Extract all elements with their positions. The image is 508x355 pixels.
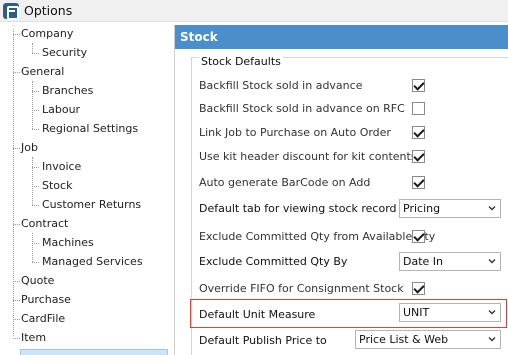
tree-connector <box>32 129 39 130</box>
chevron-down-icon <box>488 310 496 315</box>
tree-connector <box>32 81 33 129</box>
options-tree: Company Security General Branches Labour… <box>0 22 172 355</box>
tree-connector <box>32 262 39 263</box>
tree-item-cardfile[interactable]: CardFile <box>21 309 65 328</box>
link-job-checkbox[interactable] <box>412 126 425 139</box>
fifo-label: Override FIFO for Consignment Stock <box>199 282 404 295</box>
barcode-label: Auto generate BarCode on Add <box>199 176 371 189</box>
group-title: Stock Defaults <box>199 55 283 68</box>
title-bar: Options <box>0 0 508 22</box>
tree-connector <box>13 338 20 339</box>
chevron-down-icon <box>488 259 496 264</box>
tree-connector <box>32 233 33 262</box>
unit-measure-dropdown[interactable]: UNIT <box>399 303 501 322</box>
tree-connector <box>32 157 33 205</box>
default-tab-value: Pricing <box>403 202 441 215</box>
panel-title: Stock <box>175 25 508 49</box>
tree-connector <box>13 319 20 320</box>
publish-price-label: Default Publish Price to <box>199 334 327 347</box>
tree-item-labour[interactable]: Labour <box>42 100 80 119</box>
tree-connector <box>13 72 20 73</box>
tree-item-security[interactable]: Security <box>42 43 87 62</box>
tree-item-regional-settings[interactable]: Regional Settings <box>42 119 138 138</box>
exclude-by-value: Date In <box>403 255 444 268</box>
link-job-label: Link Job to Purchase on Auto Order <box>199 126 391 139</box>
tree-connector <box>32 53 39 54</box>
backfill-label: Backfill Stock sold in advance <box>199 79 363 92</box>
tree-item-general[interactable]: General <box>21 62 64 81</box>
tree-item-machines[interactable]: Machines <box>42 233 94 252</box>
backfill-rfc-label: Backfill Stock sold in advance on RFC <box>199 102 405 115</box>
exclude-committed-label: Exclude Committed Qty from Available Qty <box>199 230 436 243</box>
tree-item-company[interactable]: Company <box>21 24 73 43</box>
tree-connector <box>13 300 20 301</box>
default-tab-label: Default tab for viewing stock record <box>199 202 397 215</box>
exclude-committed-checkbox[interactable] <box>412 230 425 243</box>
chevron-down-icon <box>488 206 496 211</box>
tree-connector <box>32 205 39 206</box>
tree-item-item[interactable]: Item <box>21 328 46 347</box>
tree-item-branches[interactable]: Branches <box>42 81 93 100</box>
tree-item-purchase[interactable]: Purchase <box>21 290 71 309</box>
tree-connector <box>32 167 39 168</box>
publish-price-dropdown[interactable]: Price List & Web <box>355 330 501 349</box>
kit-header-checkbox[interactable] <box>412 150 425 163</box>
tree-item-selected[interactable] <box>20 349 168 355</box>
tree-item-managed-services[interactable]: Managed Services <box>42 252 143 271</box>
tree-item-stock[interactable]: Stock <box>42 176 72 195</box>
exclude-by-label: Exclude Committed Qty By <box>199 255 348 268</box>
window-title: Options <box>24 3 73 18</box>
tree-item-invoice[interactable]: Invoice <box>42 157 81 176</box>
tree-connector <box>13 29 14 336</box>
tree-connector <box>13 224 20 225</box>
backfill-rfc-checkbox[interactable] <box>412 102 425 115</box>
fifo-checkbox[interactable] <box>412 282 425 295</box>
tree-connector <box>13 281 20 282</box>
tree-connector <box>32 243 39 244</box>
tree-item-job[interactable]: Job <box>21 138 38 157</box>
tree-item-contract[interactable]: Contract <box>21 214 68 233</box>
tree-connector <box>32 91 39 92</box>
tree-connector <box>13 148 20 149</box>
tree-item-customer-returns[interactable]: Customer Returns <box>42 195 141 214</box>
app-logo-icon <box>3 2 19 20</box>
tree-connector <box>32 43 33 53</box>
chevron-down-icon <box>488 337 496 342</box>
kit-header-label: Use kit header discount for kit contents <box>199 150 417 163</box>
unit-measure-label: Default Unit Measure <box>199 308 316 321</box>
barcode-checkbox[interactable] <box>412 176 425 189</box>
publish-price-value: Price List & Web <box>359 333 449 346</box>
tree-connector <box>32 186 39 187</box>
tree-connector <box>13 34 20 35</box>
unit-measure-value: UNIT <box>403 306 430 319</box>
backfill-checkbox[interactable] <box>412 79 425 92</box>
tree-connector <box>32 110 39 111</box>
exclude-by-dropdown[interactable]: Date In <box>399 252 501 271</box>
tree-item-quote[interactable]: Quote <box>21 271 54 290</box>
default-tab-dropdown[interactable]: Pricing <box>399 199 501 218</box>
